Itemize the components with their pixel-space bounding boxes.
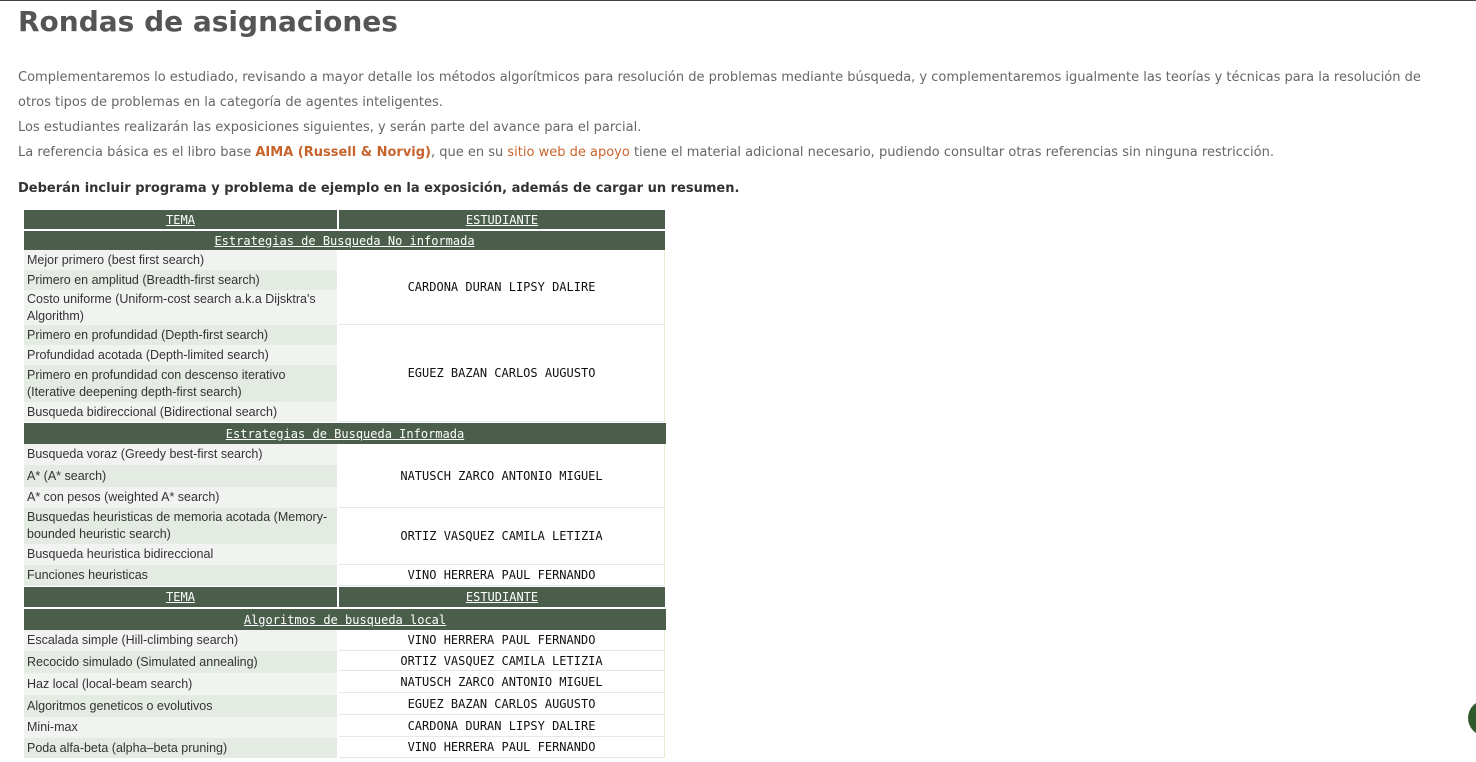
student-cell: VINO HERRERA PAUL FERNANDO: [339, 565, 665, 586]
topic-row: Algoritmos geneticos o evolutivos: [24, 695, 337, 717]
section-uninformed: Estrategias de Busqueda No informada: [24, 231, 665, 250]
student-cell: NATUSCH ZARCO ANTONIO MIGUEL: [339, 671, 665, 693]
aima-link[interactable]: AIMA (Russell & Norvig): [255, 145, 431, 160]
topic-row: Poda alfa-beta (alpha–beta pruning): [24, 738, 337, 758]
header-student: ESTUDIANTE: [339, 210, 665, 229]
topic-row: Busqueda bidireccional (Bidirectional se…: [24, 402, 337, 422]
header-topic-2: TEMA: [24, 587, 337, 607]
student-cell: VINO HERRERA PAUL FERNANDO: [339, 737, 665, 758]
topic-row: Busqueda voraz (Greedy best-first search…: [24, 444, 337, 465]
topic-row: Costo uniforme (Uniform-cost search a.k.…: [24, 290, 337, 325]
header-topic: TEMA: [24, 210, 337, 229]
topic-row: Funciones heuristicas: [24, 565, 337, 586]
page-title: Rondas de asignaciones: [18, 5, 398, 38]
student-cell: ORTIZ VASQUEZ CAMILA LETIZIA: [339, 508, 665, 565]
p3-text-a: La referencia básica es el libro base: [18, 145, 256, 160]
top-border: [0, 0, 1476, 1]
floating-action-button[interactable]: [1468, 700, 1476, 736]
topic-row: Primero en profundidad (Depth-first sear…: [24, 325, 337, 345]
assignments-table: TEMA ESTUDIANTE Estrategias de Busqueda …: [24, 210, 666, 760]
topic-row: Escalada simple (Hill-climbing search): [24, 630, 337, 651]
topic-row: Primero en amplitud (Breadth-first searc…: [24, 270, 337, 290]
student-cell: VINO HERRERA PAUL FERNANDO: [339, 630, 665, 651]
instructions: Deberán incluir programa y problema de e…: [18, 181, 740, 196]
student-cell: NATUSCH ZARCO ANTONIO MIGUEL: [339, 444, 665, 508]
section-local-search: Algoritmos de busqueda local: [24, 609, 666, 630]
intro-paragraph-3: La referencia básica es el libro base AI…: [18, 140, 1274, 165]
topic-row: Haz local (local-beam search): [24, 673, 337, 695]
intro-paragraph-2: Los estudiantes realizarán las exposicio…: [18, 120, 642, 135]
p3-text-b: , que en su: [431, 145, 508, 160]
topic-row: Recocido simulado (Simulated annealing): [24, 651, 337, 673]
student-cell: ORTIZ VASQUEZ CAMILA LETIZIA: [339, 651, 665, 671]
section-informed: Estrategias de Busqueda Informada: [24, 423, 666, 444]
intro-paragraph-1: Complementaremos lo estudiado, revisando…: [18, 70, 1421, 110]
topic-row: Busqueda heuristica bidireccional: [24, 544, 337, 565]
student-cell: CARDONA DURAN LIPSY DALIRE: [339, 715, 665, 737]
p3-text-c: tiene el material adicional necesario, p…: [629, 145, 1274, 160]
student-cell: CARDONA DURAN LIPSY DALIRE: [339, 250, 665, 325]
topic-row: A* (A* search): [24, 465, 337, 487]
topic-row: Mejor primero (best first search): [24, 250, 337, 270]
topic-row: A* con pesos (weighted A* search): [24, 487, 337, 508]
topic-row: Profundidad acotada (Depth-limited searc…: [24, 345, 337, 365]
topic-row: Mini-max: [24, 717, 337, 738]
topic-row: Busquedas heuristicas de memoria acotada…: [24, 508, 337, 544]
topic-row: Primero en profundidad con descenso iter…: [24, 365, 337, 402]
support-site-link[interactable]: sitio web de apoyo: [507, 145, 629, 160]
header-student-2: ESTUDIANTE: [339, 587, 665, 607]
student-cell: EGUEZ BAZAN CARLOS AUGUSTO: [339, 325, 665, 422]
student-cell: EGUEZ BAZAN CARLOS AUGUSTO: [339, 693, 665, 715]
